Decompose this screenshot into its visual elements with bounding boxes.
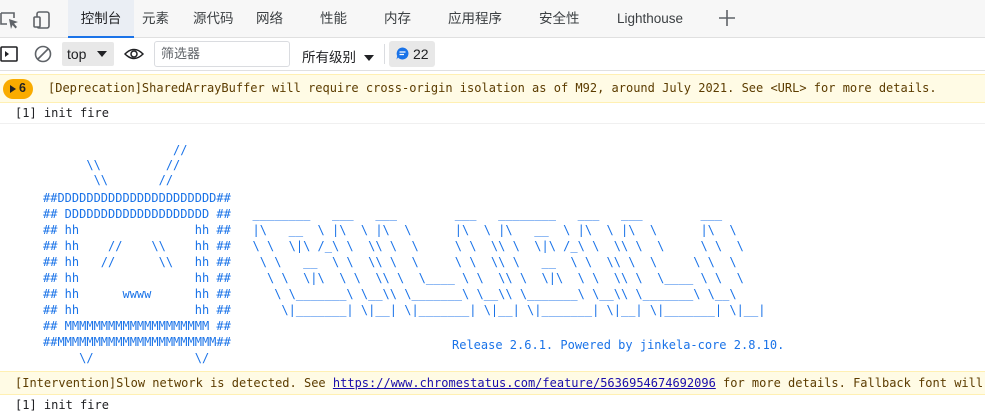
warning-count: 6 [19, 81, 26, 95]
tab-security[interactable]: 安全性 [539, 0, 580, 37]
tab-label: Lighthouse [617, 11, 684, 26]
tab-label: 源代码 [193, 11, 234, 26]
intervention-prefix: [Intervention]Slow network is detected. … [15, 376, 333, 390]
more-tabs-plus-icon[interactable] [717, 8, 737, 28]
tab-label: 性能 [320, 11, 347, 26]
ascii-art-line: \\ // [43, 173, 174, 187]
chromestatus-link[interactable]: https://www.chromestatus.com/feature/563… [333, 376, 716, 390]
ascii-art-line: ## hh hh ## \ \ \|\ \ \ \\ \ \____ \ \ \… [43, 271, 744, 285]
ascii-art-line: ## MMMMMMMMMMMMMMMMMMMM ## [43, 319, 231, 333]
intervention-warning-row: [Intervention]Slow network is detected. … [0, 371, 985, 395]
ascii-art-line: ## hh wwww hh ## \ \_______\ \__\\ \____… [43, 287, 737, 301]
filter-box[interactable] [154, 41, 290, 67]
ascii-art-line: \\ // [43, 158, 181, 172]
context-label: top [67, 46, 87, 62]
tab-memory[interactable]: 内存 [384, 0, 411, 37]
tab-label: 安全性 [539, 11, 580, 26]
tab-elements[interactable]: 元素 [142, 0, 169, 37]
deprecation-warning-row[interactable]: 6 [Deprecation]SharedArrayBuffer will re… [0, 74, 985, 103]
ascii-art-line: ## hh hh ## \|_______| \|__| \|_______| … [43, 303, 766, 317]
ascii-art-line: ## hh // \\ hh ## \ \ __ \ \ \\ \ \ \ \ … [43, 255, 737, 269]
warning-count-badge[interactable]: 6 [3, 79, 33, 99]
ascii-art-line: ##DDDDDDDDDDDDDDDDDDDDDD## [43, 191, 231, 205]
toolbar-divider [384, 44, 385, 64]
log-levels-label: 所有级别 [302, 50, 356, 65]
intervention-message: [Intervention]Slow network is detected. … [15, 376, 985, 390]
devtools-tab-bar: 控制台 元素 源代码 网络 性能 内存 应用程序 安全性 Lighthouse [0, 0, 985, 38]
tab-network[interactable]: 网络 [256, 0, 283, 37]
log-message: [1] init fire [15, 106, 109, 120]
tab-label: 元素 [142, 11, 169, 26]
ascii-art-line: // [43, 143, 188, 157]
tab-label: 网络 [256, 11, 283, 26]
ascii-art-line: ## DDDDDDDDDDDDDDDDDDDD ## ________ ___ … [43, 207, 723, 221]
tab-label: 应用程序 [448, 11, 502, 26]
release-info: Release 2.6.1. Powered by jinkela-core 2… [452, 338, 785, 352]
chevron-down-icon [97, 51, 107, 57]
inspect-element-icon[interactable] [0, 10, 20, 30]
expand-triangle-icon [10, 85, 16, 93]
ascii-art-line: \/ \/ [43, 351, 210, 365]
tab-sources[interactable]: 源代码 [193, 0, 234, 37]
tab-performance[interactable]: 性能 [320, 0, 347, 37]
tab-lighthouse[interactable]: Lighthouse [617, 0, 683, 37]
filter-input[interactable] [161, 46, 281, 61]
context-selector[interactable]: top [62, 42, 114, 66]
console-toolbar: top 所有级别 22 [0, 38, 985, 71]
deprecation-message: [Deprecation]SharedArrayBuffer will requ… [48, 81, 937, 95]
intervention-suffix: for more details. Fallback font will be … [723, 376, 984, 390]
ascii-art-line: ## hh // \\ hh ## \ \ \|\ /_\ \ \\ \ \ \… [43, 239, 744, 253]
show-sidebar-icon[interactable] [0, 44, 20, 64]
tab-label: 控制台 [80, 11, 122, 26]
log-message: [1] init fire [15, 398, 109, 412]
log-row: [1] init fire [0, 395, 985, 414]
live-expression-eye-icon[interactable] [124, 44, 144, 64]
tab-application[interactable]: 应用程序 [448, 0, 502, 37]
ascii-art-line: ##MMMMMMMMMMMMMMMMMMMMMM## [43, 335, 231, 349]
chevron-down-icon [364, 54, 374, 61]
console-output: 6 [Deprecation]SharedArrayBuffer will re… [0, 71, 985, 414]
log-levels-dropdown[interactable]: 所有级别 [302, 46, 374, 66]
tab-console[interactable]: 控制台 [68, 0, 134, 38]
issues-counter-button[interactable]: 22 [389, 41, 435, 67]
message-bubble-icon [396, 47, 409, 60]
device-toolbar-icon[interactable] [33, 10, 53, 30]
ascii-art-line: ## hh hh ## |\ __ \ |\ \ |\ \ |\ \ |\ __… [43, 223, 737, 237]
tab-label: 内存 [384, 11, 411, 26]
message-count: 22 [413, 46, 429, 62]
log-row: [1] init fire [0, 103, 985, 124]
clear-console-icon[interactable] [33, 44, 53, 64]
